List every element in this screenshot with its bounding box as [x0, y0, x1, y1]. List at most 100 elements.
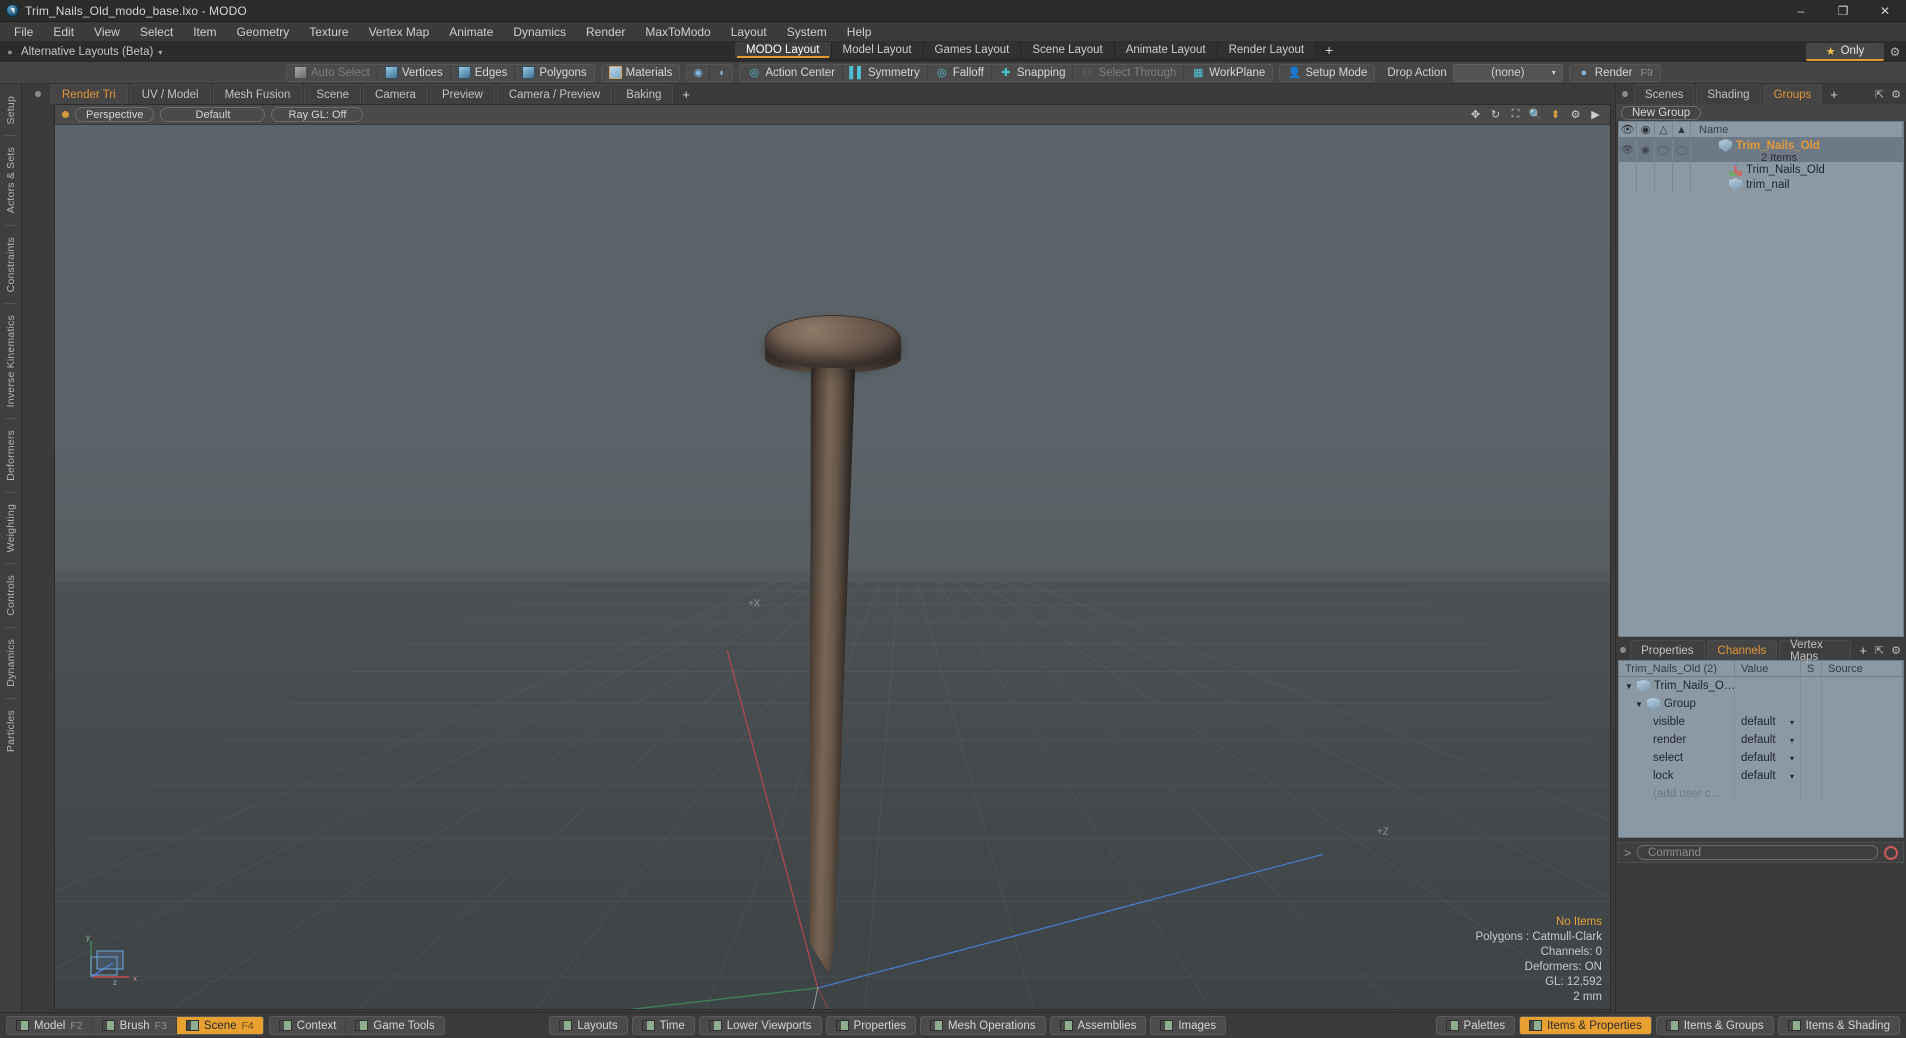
table-row[interactable]: select default ▾: [1619, 749, 1903, 767]
maximize-button[interactable]: ❐: [1822, 0, 1864, 21]
expander-icon[interactable]: ▼: [1625, 682, 1633, 691]
table-row[interactable]: lock default ▾: [1619, 767, 1903, 785]
menu-file[interactable]: File: [4, 22, 43, 42]
channel-value-cell[interactable]: default ▾: [1735, 713, 1801, 731]
command-input[interactable]: Command: [1637, 845, 1878, 860]
vtab-weighting[interactable]: Weighting: [5, 498, 17, 558]
channel-value[interactable]: [1735, 695, 1801, 713]
vtab-deformers[interactable]: Deformers: [5, 424, 17, 487]
nail-3d-model[interactable]: [55, 125, 1610, 1009]
vtab-dynamics[interactable]: Dynamics: [5, 633, 17, 693]
toggle-items-and-properties[interactable]: Items & Properties: [1520, 1017, 1651, 1034]
gear-icon[interactable]: ⚙: [1891, 88, 1901, 101]
tab-games-layout[interactable]: Games Layout: [923, 42, 1022, 58]
row-render-toggle[interactable]: [1637, 162, 1655, 177]
add-properties-tab-button[interactable]: +: [1853, 640, 1873, 660]
snapping-button[interactable]: ✚ Snapping: [992, 64, 1074, 81]
menu-view[interactable]: View: [84, 22, 130, 42]
tab-animate-layout[interactable]: Animate Layout: [1114, 42, 1218, 58]
render-camera-icon[interactable]: ◉: [1637, 122, 1655, 137]
groups-panel-dot[interactable]: [1616, 84, 1634, 104]
action-center-button[interactable]: ◎ Action Center: [740, 64, 844, 81]
vtab-controls[interactable]: Controls: [5, 569, 17, 622]
menu-system[interactable]: System: [777, 22, 837, 42]
viewport-tab-dot[interactable]: [26, 84, 50, 104]
eye-icon[interactable]: 👁: [1619, 122, 1637, 137]
tab-modo-layout[interactable]: MODO Layout: [735, 42, 832, 58]
row-outline-toggle[interactable]: [1673, 177, 1691, 192]
toggle-items-and-shading[interactable]: Items & Shading: [1779, 1017, 1899, 1034]
menu-render[interactable]: Render: [576, 22, 635, 42]
toggle-time[interactable]: Time: [633, 1017, 694, 1034]
alternative-layouts-selector[interactable]: ● Alternative Layouts (Beta) ▾: [0, 42, 162, 62]
expand-arrows-icon[interactable]: ⇱: [1875, 644, 1884, 657]
menu-select[interactable]: Select: [130, 22, 183, 42]
add-user-channel[interactable]: (add user c…: [1619, 785, 1735, 803]
toggle-items-and-groups[interactable]: Items & Groups: [1657, 1017, 1773, 1034]
toggle-assemblies[interactable]: Assemblies: [1051, 1017, 1146, 1034]
new-group-button[interactable]: New Group: [1621, 105, 1702, 120]
view-style-selector[interactable]: Default: [160, 107, 266, 122]
rotate-icon[interactable]: ↻: [1489, 108, 1502, 121]
menu-item[interactable]: Item: [183, 22, 226, 42]
tab-render-layout[interactable]: Render Layout: [1217, 42, 1317, 58]
gear-icon[interactable]: ⚙: [1569, 108, 1582, 121]
mode-brush-button[interactable]: Brush F3: [93, 1017, 177, 1034]
zoom-icon[interactable]: 🔍: [1529, 108, 1543, 121]
table-row[interactable]: render default ▾: [1619, 731, 1903, 749]
outline-icon[interactable]: ▲: [1673, 122, 1691, 137]
menu-edit[interactable]: Edit: [43, 22, 84, 42]
toggle-layouts[interactable]: Layouts: [550, 1017, 626, 1034]
vtab-inverse-kinematics[interactable]: Inverse Kinematics: [5, 309, 17, 413]
gear-icon[interactable]: ⚙: [1891, 644, 1901, 657]
vtab-constraints[interactable]: Constraints: [5, 231, 17, 298]
view-projection-selector[interactable]: Perspective: [75, 107, 155, 122]
tab-baking[interactable]: Baking: [614, 84, 674, 104]
chevron-down-icon[interactable]: ▾: [1790, 718, 1794, 727]
render-button[interactable]: ● Render F9: [1570, 65, 1660, 81]
3d-viewport[interactable]: +X +Z y x z No Items Polygons: Catmull-…: [55, 125, 1610, 1009]
vtab-actors-and-sets[interactable]: Actors & Sets: [5, 141, 17, 219]
falloff-button[interactable]: ◎ Falloff: [928, 64, 992, 81]
menu-geometry[interactable]: Geometry: [227, 22, 300, 42]
polygons-button[interactable]: Polygons: [515, 65, 593, 81]
minimize-button[interactable]: –: [1780, 0, 1822, 21]
menu-vertex-map[interactable]: Vertex Map: [359, 22, 440, 42]
mode-game-tools-button[interactable]: Game Tools: [346, 1017, 443, 1034]
properties-panel-dot[interactable]: [1616, 640, 1630, 660]
move-icon[interactable]: ✥: [1469, 108, 1482, 121]
viewport-menu-dot[interactable]: [55, 111, 75, 118]
table-row[interactable]: visible default ▾: [1619, 713, 1903, 731]
record-circle-icon[interactable]: [1884, 845, 1898, 860]
tab-vertex-maps[interactable]: Vertex Maps: [1779, 639, 1852, 663]
tab-groups[interactable]: Groups: [1762, 84, 1823, 104]
edges-button[interactable]: Edges: [451, 64, 516, 81]
tab-camera-preview[interactable]: Camera / Preview: [496, 84, 613, 104]
sphere-shaded-button[interactable]: ◖: [710, 65, 732, 81]
fit-icon[interactable]: ⬍: [1549, 108, 1562, 121]
toggle-mesh-operations[interactable]: Mesh Operations: [921, 1017, 1045, 1034]
menu-texture[interactable]: Texture: [299, 22, 358, 42]
toggle-properties[interactable]: Properties: [827, 1017, 915, 1034]
shade-icon[interactable]: △: [1655, 122, 1673, 137]
chevron-right-icon[interactable]: ▶: [1589, 108, 1602, 121]
row-visible-toggle[interactable]: [1619, 177, 1637, 192]
table-row[interactable]: ▼ Group: [1619, 695, 1903, 713]
row-render-toggle[interactable]: ◉: [1637, 138, 1655, 162]
symmetry-button[interactable]: ▌▌ Symmetry: [843, 64, 928, 81]
expander-icon[interactable]: ▼: [1635, 700, 1643, 709]
drop-action-select[interactable]: (none) ▾: [1452, 63, 1563, 82]
channel-value-cell[interactable]: default ▾: [1735, 767, 1801, 785]
materials-button[interactable]: Materials: [602, 65, 680, 81]
table-row[interactable]: (add user c…: [1619, 785, 1903, 803]
workplane-button[interactable]: ▦ WorkPlane: [1184, 65, 1272, 81]
tab-shading[interactable]: Shading: [1696, 84, 1761, 104]
tab-render-tri[interactable]: Render Tri: [50, 84, 128, 104]
channel-value-cell[interactable]: default ▾: [1735, 731, 1801, 749]
auto-select-button[interactable]: Auto Select: [287, 64, 378, 81]
mode-model-button[interactable]: Model F2: [7, 1017, 93, 1034]
chevron-down-icon[interactable]: ▾: [1790, 754, 1794, 763]
layout-settings-gear-icon[interactable]: ⚙: [1886, 44, 1904, 60]
row-outline-toggle[interactable]: [1673, 138, 1691, 162]
tab-scenes[interactable]: Scenes: [1634, 84, 1695, 104]
